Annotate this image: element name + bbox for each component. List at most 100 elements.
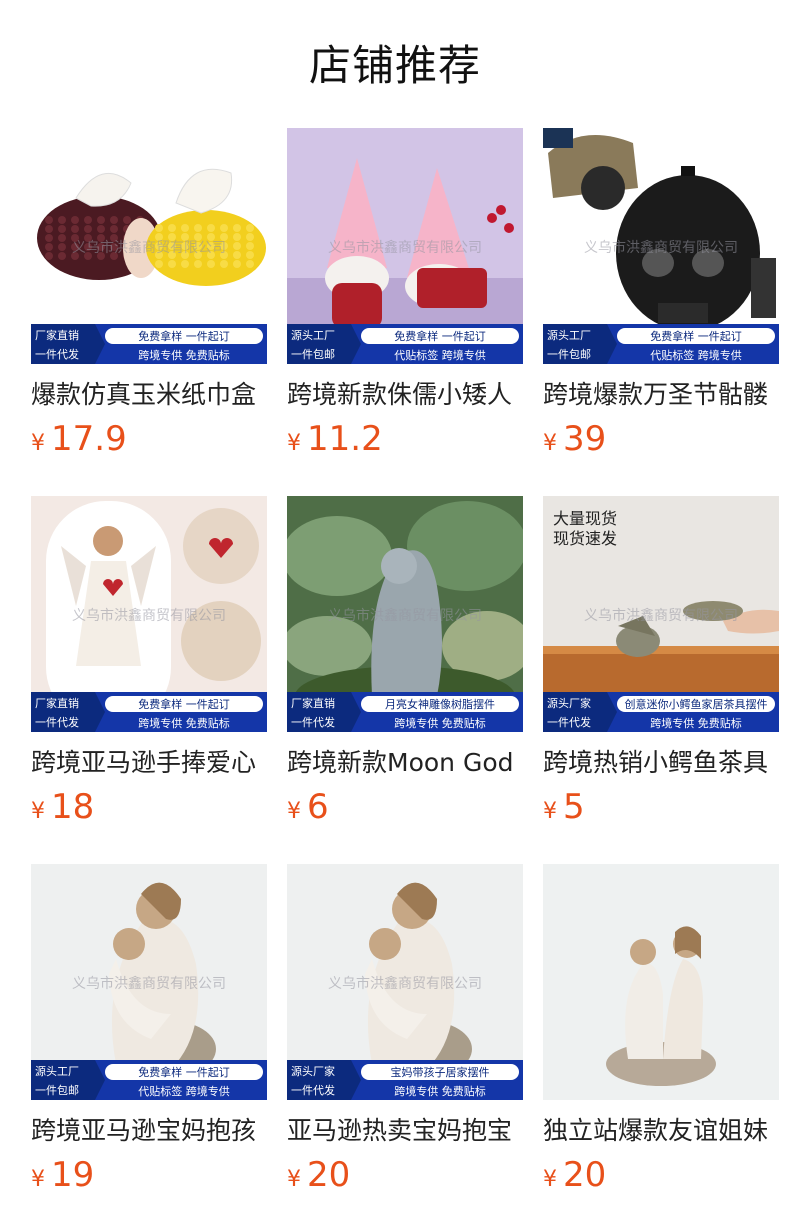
currency-symbol: ¥ <box>543 799 557 824</box>
banner-right-top-text: 免费拿样 一件起订 <box>138 329 230 343</box>
banner-left-top-text: 厂家直销 <box>291 696 335 710</box>
product-image[interactable]: 义乌市洪鑫商贸有限公司 厂家直销 一件代发 免费拿样 一件起订 跨境专供 免费贴标 <box>31 128 267 364</box>
currency-symbol: ¥ <box>31 431 45 456</box>
banner-left-bottom-text: 一件代发 <box>547 715 591 729</box>
promo-banner: 源头工厂一件包邮 免费拿样 一件起订代贴标签 跨境专供 <box>287 324 523 364</box>
currency-symbol: ¥ <box>287 799 301 824</box>
product-name[interactable]: 跨境亚马逊宝妈抱孩 <box>31 1114 267 1148</box>
watermark-text: 义乌市洪鑫商贸有限公司 <box>584 239 738 256</box>
promo-banner: 厂家直销一件代发 月亮女神雕像树脂摆件跨境专供 免费贴标 <box>287 692 523 732</box>
banner-left-bottom-text: 一件代发 <box>291 1083 335 1097</box>
product-card[interactable]: 义乌市洪鑫商贸有限公司厂家直销一件代发 免费拿样 一件起订 跨境专供 免费贴标跨境亚… <box>31 496 267 827</box>
product-card[interactable]: 义乌市洪鑫商贸有限公司 源头厂家 一件代发 宝妈带孩子居家摆件 跨境专供 免费贴标 亚马逊… <box>287 864 523 1195</box>
banner-right-bottom-text: 跨境专供 免费贴标 <box>394 716 486 730</box>
banner-right-bottom-text: 代贴标签 跨境专供 <box>394 348 486 362</box>
promo-banner: 源头厂家一件代发 宝妈带孩子居家摆件跨境专供 免费贴标 <box>287 1060 523 1100</box>
product-image[interactable]: 义乌市洪鑫商贸有限公司厂家直销一件代发 月亮女神雕像树脂摆件 跨境专供 免费贴标 <box>287 496 523 732</box>
product-price: ¥39 <box>543 417 606 461</box>
product-price: ¥6 <box>287 785 329 829</box>
product-card[interactable]: 义乌市洪鑫商贸有限公司厂家直销一件代发 月亮女神雕像树脂摆件 跨境专供 免费贴标跨境… <box>287 496 523 827</box>
product-name[interactable]: 跨境爆款万圣节骷髅 <box>543 378 779 412</box>
price-amount: 18 <box>51 787 95 827</box>
product-name[interactable]: 爆款仿真玉米纸巾盒 <box>31 378 267 412</box>
product-price: ¥18 <box>31 785 94 829</box>
banner-left-bottom-text: 一件代发 <box>35 715 79 729</box>
product-image[interactable]: 义乌市洪鑫商贸有限公司 源头工厂 一件包邮 免费拿样 一件起订 代贴标签 跨境专供 <box>31 864 267 1100</box>
product-card[interactable]: 义乌市洪鑫商贸有限公司源头工厂一件包邮 免费拿样 一件起订 代贴标签 跨境专供跨境爆… <box>543 128 779 459</box>
banner-left-top-text: 厂家直销 <box>35 696 79 710</box>
product-card[interactable]: 义乌市洪鑫商贸有限公司 厂家直销 一件代发 免费拿样 一件起订 跨境专供 免费贴标 爆款仿… <box>31 128 267 459</box>
product-image[interactable]: 大量现货 现货速发 义乌市洪鑫商贸有限公司 源头厂家 一件代发 创意迷你小鳄鱼家居茶具摆件… <box>543 496 779 732</box>
product-image-svg: 义乌市洪鑫商贸有限公司源头工厂一件包邮 免费拿样 一件起订代贴标签 跨境专供 <box>287 128 523 364</box>
product-image[interactable]: 义乌市洪鑫商贸有限公司 源头工厂 一件包邮 免费拿样 一件起订 代贴标签 跨境专供 <box>287 128 523 364</box>
product-card[interactable]: 义乌市洪鑫商贸有限公司 源头工厂 一件包邮 免费拿样 一件起订 代贴标签 跨境专供 跨境新… <box>287 128 523 459</box>
product-image[interactable]: 义乌市洪鑫商贸有限公司源头工厂一件包邮 免费拿样 一件起订 代贴标签 跨境专供 <box>543 128 779 364</box>
promo-banner: 源头工厂一件包邮 免费拿样 一件起订代贴标签 跨境专供 <box>543 324 779 364</box>
price-amount: 20 <box>307 1155 351 1195</box>
banner-left-top-text: 源头厂家 <box>291 1064 335 1078</box>
product-name[interactable]: 跨境新款侏儒小矮人 <box>287 378 523 412</box>
product-name[interactable]: 跨境新款Moon God <box>287 746 523 780</box>
price-amount: 6 <box>307 787 329 827</box>
price-amount: 11.2 <box>307 419 383 459</box>
product-image[interactable] <box>543 864 779 1100</box>
currency-symbol: ¥ <box>31 799 45 824</box>
banner-right-bottom-text: 跨境专供 免费贴标 <box>138 348 230 362</box>
banner-left-top-text: 源头工厂 <box>35 1064 79 1078</box>
watermark-text: 义乌市洪鑫商贸有限公司 <box>328 607 482 624</box>
banner-left-bottom-text: 一件代发 <box>35 347 79 361</box>
banner-right-bottom-text: 跨境专供 免费贴标 <box>138 716 230 730</box>
product-card[interactable]: 大量现货 现货速发 义乌市洪鑫商贸有限公司 源头厂家 一件代发 创意迷你小鳄鱼家居茶具摆件… <box>543 496 779 827</box>
product-image-svg: 义乌市洪鑫商贸有限公司源头工厂一件包邮 免费拿样 一件起订代贴标签 跨境专供 <box>31 864 267 1100</box>
banner-left-bottom-text: 一件包邮 <box>35 1084 79 1097</box>
currency-symbol: ¥ <box>543 431 557 456</box>
product-price: ¥11.2 <box>287 417 383 461</box>
product-image-svg: 义乌市洪鑫商贸有限公司源头厂家一件代发 宝妈带孩子居家摆件跨境专供 免费贴标 <box>287 864 523 1100</box>
watermark-text: 义乌市洪鑫商贸有限公司 <box>584 607 738 624</box>
banner-left-bottom-text: 一件包邮 <box>547 348 591 361</box>
product-image-svg: 义乌市洪鑫商贸有限公司源头工厂一件包邮 免费拿样 一件起订代贴标签 跨境专供 <box>543 128 779 364</box>
product-name[interactable]: 跨境热销小鳄鱼茶具 <box>543 746 779 780</box>
banner-right-top-text: 免费拿样 一件起订 <box>138 1065 230 1079</box>
currency-symbol: ¥ <box>287 1167 301 1192</box>
watermark-text: 义乌市洪鑫商贸有限公司 <box>328 239 482 256</box>
banner-left-bottom-text: 一件包邮 <box>291 348 335 361</box>
watermark-text: 义乌市洪鑫商贸有限公司 <box>328 975 482 992</box>
banner-right-top-text: 免费拿样 一件起订 <box>394 329 486 343</box>
watermark-text: 义乌市洪鑫商贸有限公司 <box>72 607 226 624</box>
product-image[interactable]: 义乌市洪鑫商贸有限公司厂家直销一件代发 免费拿样 一件起订 跨境专供 免费贴标 <box>31 496 267 732</box>
banner-left-top-text: 源头工厂 <box>547 328 591 342</box>
currency-symbol: ¥ <box>31 1167 45 1192</box>
banner-left-top-text: 源头厂家 <box>547 696 591 710</box>
promo-banner: 源头厂家一件代发 创意迷你小鳄鱼家居茶具摆件跨境专供 免费贴标 <box>543 692 779 732</box>
product-card[interactable]: 义乌市洪鑫商贸有限公司 源头工厂 一件包邮 免费拿样 一件起订 代贴标签 跨境专供 跨境亚… <box>31 864 267 1195</box>
banner-left-bottom-text: 一件代发 <box>291 715 335 729</box>
banner-right-top-text: 免费拿样 一件起订 <box>138 697 230 711</box>
product-price: ¥20 <box>287 1153 350 1197</box>
product-image-svg: 大量现货现货速发义乌市洪鑫商贸有限公司源头厂家一件代发 创意迷你小鳄鱼家居茶具摆件… <box>543 496 779 732</box>
product-price: ¥17.9 <box>31 417 127 461</box>
price-amount: 39 <box>563 419 607 459</box>
promo-banner: 厂家直销一件代发 免费拿样 一件起订跨境专供 免费贴标 <box>31 324 267 364</box>
product-image-svg <box>543 864 779 1100</box>
price-amount: 17.9 <box>51 419 127 459</box>
product-image-svg: 义乌市洪鑫商贸有限公司厂家直销一件代发 免费拿样 一件起订跨境专供 免费贴标 <box>31 496 267 732</box>
product-name[interactable]: 跨境亚马逊手捧爱心 <box>31 746 267 780</box>
banner-right-top-text: 免费拿样 一件起订 <box>650 329 742 343</box>
banner-right-top-text: 月亮女神雕像树脂摆件 <box>385 697 495 711</box>
product-name[interactable]: 亚马逊热卖宝妈抱宝 <box>287 1114 523 1148</box>
banner-right-bottom-text: 代贴标签 跨境专供 <box>138 1084 230 1098</box>
price-amount: 19 <box>51 1155 95 1195</box>
price-amount: 20 <box>563 1155 607 1195</box>
image-overlay-text-1: 大量现货 <box>553 509 617 528</box>
promo-banner: 源头工厂一件包邮 免费拿样 一件起订代贴标签 跨境专供 <box>31 1060 267 1100</box>
product-price: ¥19 <box>31 1153 94 1197</box>
product-name[interactable]: 独立站爆款友谊姐妹 <box>543 1114 779 1148</box>
watermark-text: 义乌市洪鑫商贸有限公司 <box>72 239 226 256</box>
product-price: ¥5 <box>543 785 585 829</box>
banner-right-bottom-text: 代贴标签 跨境专供 <box>650 348 742 362</box>
product-card[interactable]: 独立站爆款友谊姐妹 ¥20 <box>543 864 779 1195</box>
price-amount: 5 <box>563 787 585 827</box>
product-image[interactable]: 义乌市洪鑫商贸有限公司 源头厂家 一件代发 宝妈带孩子居家摆件 跨境专供 免费贴标 <box>287 864 523 1100</box>
product-image-svg: 义乌市洪鑫商贸有限公司厂家直销一件代发 月亮女神雕像树脂摆件跨境专供 免费贴标 <box>287 496 523 732</box>
